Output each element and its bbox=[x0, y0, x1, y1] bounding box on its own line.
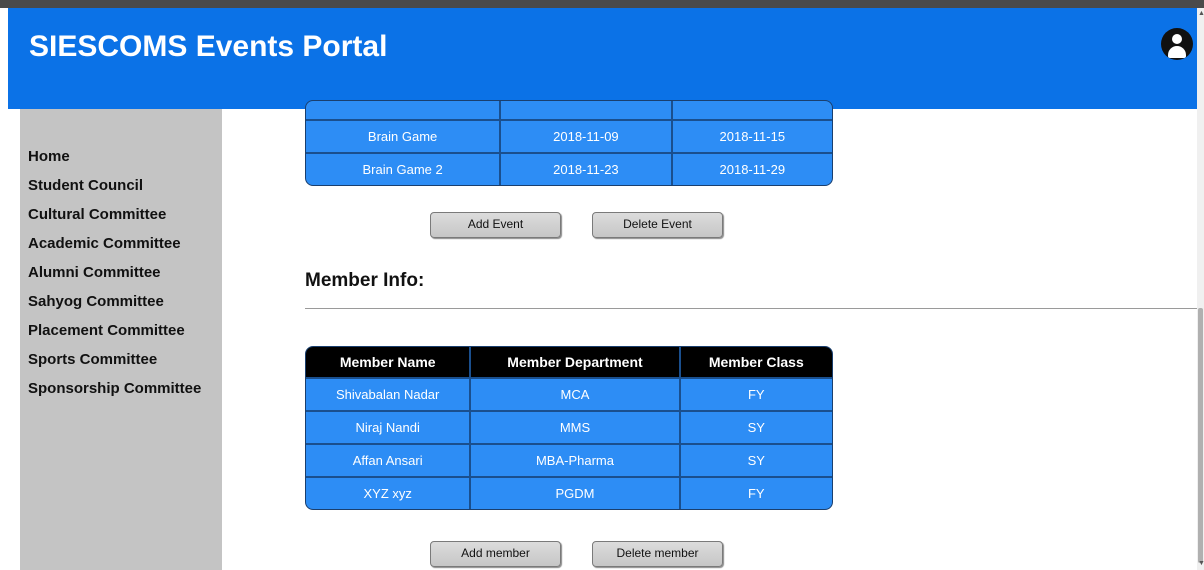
table-row: Affan Ansari MBA-Pharma SY bbox=[306, 445, 832, 478]
member-name-cell: XYZ xyz bbox=[306, 478, 472, 509]
column-header-member-name: Member Name bbox=[306, 347, 472, 379]
table-row: XYZ xyz PGDM FY bbox=[306, 478, 832, 509]
table-row bbox=[306, 101, 832, 121]
member-class-cell: FY bbox=[747, 486, 765, 501]
event-end-cell: 2018-11-15 bbox=[672, 121, 832, 154]
sidebar-item-alumni-committee[interactable]: Alumni Committee bbox=[28, 258, 201, 287]
table-row: Niraj Nandi MMS SY bbox=[306, 412, 832, 445]
table-cell bbox=[501, 101, 673, 121]
add-event-button[interactable]: Add Event bbox=[430, 212, 561, 238]
table-row: Brain Game 2018-11-09 2018-11-15 bbox=[306, 121, 832, 154]
sidebar-item-student-council[interactable]: Student Council bbox=[28, 171, 201, 200]
event-name-cell: Brain Game 2 bbox=[306, 154, 502, 185]
sidebar-menu: Home Student Council Cultural Committee … bbox=[28, 142, 201, 403]
event-name-cell: Brain Game bbox=[306, 121, 502, 154]
window-top-strip bbox=[0, 0, 1204, 8]
event-start-cell: 2018-11-23 bbox=[501, 154, 673, 185]
table-cell bbox=[306, 101, 502, 121]
column-header-member-class: Member Class bbox=[680, 347, 832, 379]
event-start-cell: 2018-11-09 bbox=[501, 121, 673, 154]
delete-member-button[interactable]: Delete member bbox=[592, 541, 723, 567]
member-name-cell: Niraj Nandi bbox=[306, 412, 472, 445]
table-cell bbox=[672, 101, 832, 121]
sidebar-item-sports-committee[interactable]: Sports Committee bbox=[28, 345, 201, 374]
divider bbox=[305, 308, 1197, 309]
avatar-body bbox=[1168, 46, 1186, 58]
members-table: Member Name Member Department Member Cla… bbox=[305, 346, 833, 510]
table-row: Brain Game 2 2018-11-23 2018-11-29 bbox=[306, 154, 832, 185]
avatar-head bbox=[1172, 34, 1182, 44]
scroll-up-arrow-icon[interactable]: ▲ bbox=[1198, 10, 1204, 17]
sidebar-item-placement-committee[interactable]: Placement Committee bbox=[28, 316, 201, 345]
events-table: Brain Game 2018-11-09 2018-11-15 Brain G… bbox=[305, 100, 833, 186]
member-department-cell: PGDM bbox=[471, 478, 681, 509]
add-member-button[interactable]: Add member bbox=[430, 541, 561, 567]
event-end-cell: 2018-11-29 bbox=[719, 162, 786, 177]
sidebar-item-academic-committee[interactable]: Academic Committee bbox=[28, 229, 201, 258]
table-row: Shivabalan Nadar MCA FY bbox=[306, 379, 832, 412]
table-header-row: Member Name Member Department Member Cla… bbox=[306, 347, 832, 379]
delete-event-button[interactable]: Delete Event bbox=[592, 212, 723, 238]
sidebar-item-cultural-committee[interactable]: Cultural Committee bbox=[28, 200, 201, 229]
site-header: SIESCOMS Events Portal bbox=[8, 8, 1198, 109]
member-name-cell: Shivabalan Nadar bbox=[306, 379, 472, 412]
member-class-cell: SY bbox=[680, 412, 832, 445]
user-avatar-icon[interactable] bbox=[1161, 28, 1193, 60]
member-department-cell: MCA bbox=[471, 379, 681, 412]
sidebar-item-sahyog-committee[interactable]: Sahyog Committee bbox=[28, 287, 201, 316]
member-class-cell: SY bbox=[680, 445, 832, 478]
member-name-cell: Affan Ansari bbox=[306, 445, 472, 478]
scroll-down-arrow-icon[interactable]: ▼ bbox=[1198, 560, 1204, 567]
member-department-cell: MMS bbox=[471, 412, 681, 445]
sidebar: Home Student Council Cultural Committee … bbox=[20, 109, 222, 570]
sidebar-item-sponsorship-committee[interactable]: Sponsorship Committee bbox=[28, 374, 201, 403]
member-info-heading: Member Info: bbox=[305, 270, 425, 291]
column-header-member-department: Member Department bbox=[471, 347, 681, 379]
page-scrollbar[interactable]: ▲ ▼ bbox=[1197, 8, 1204, 570]
member-class-cell: FY bbox=[680, 379, 832, 412]
scrollbar-thumb[interactable] bbox=[1198, 308, 1203, 563]
sidebar-item-home[interactable]: Home bbox=[28, 142, 201, 171]
member-department-cell: MBA-Pharma bbox=[471, 445, 681, 478]
site-title: SIESCOMS Events Portal bbox=[29, 30, 388, 63]
